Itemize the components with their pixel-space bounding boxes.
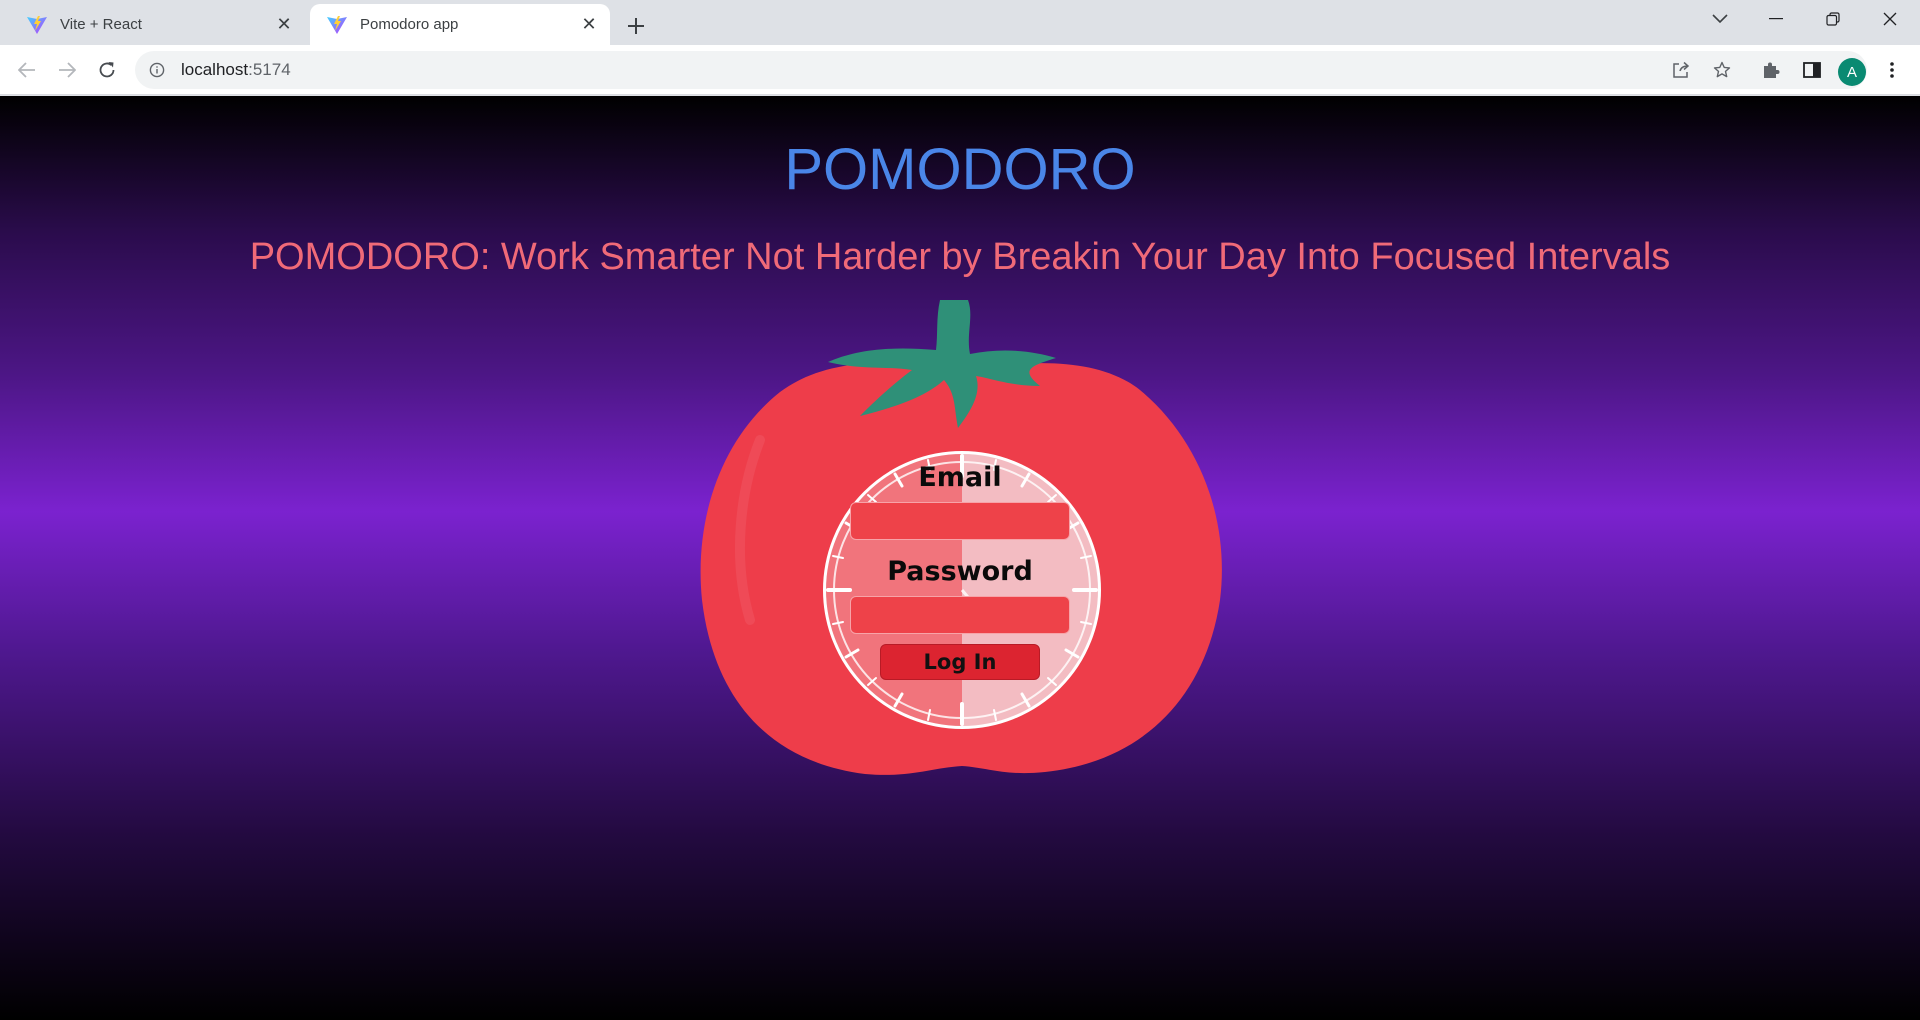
page-subtitle: POMODORO: Work Smarter Not Harder by Bre… [249,236,1671,278]
password-label: Password [887,556,1033,587]
tab-search-button[interactable] [1692,0,1748,38]
share-button[interactable] [1664,53,1698,87]
url-text: localhost:5174 [181,60,291,80]
email-label: Email [918,462,1002,493]
close-window-button[interactable] [1862,0,1918,38]
tab-title: Vite + React [60,16,142,33]
more-vertical-icon [1890,62,1894,78]
tab-title: Pomodoro app [360,16,459,33]
restore-icon [1826,12,1840,26]
vite-icon [327,15,347,34]
minimize-icon [1769,18,1783,20]
password-field[interactable] [850,596,1070,634]
side-panel-icon [1803,62,1821,78]
close-icon [1883,12,1897,26]
close-icon[interactable]: ✕ [576,12,602,38]
star-icon [1713,61,1731,78]
close-icon[interactable]: ✕ [271,12,297,38]
page-title: POMODORO [784,137,1136,202]
vite-icon [27,15,47,34]
login-button[interactable]: Log In [880,644,1040,680]
chevron-down-icon [1712,14,1728,24]
back-button[interactable] [10,53,44,87]
tab-strip: Vite + React ✕ Pomodoro app ✕ [0,0,1920,45]
arrow-right-icon [59,62,76,78]
side-panel-button[interactable] [1795,53,1829,87]
page-viewport: POMODORO POMODORO: Work Smarter Not Hard… [0,96,1920,1020]
email-field[interactable] [850,502,1070,540]
avatar[interactable]: A [1838,58,1866,86]
plus-icon [628,18,644,34]
url-port: :5174 [248,60,291,79]
arrow-left-icon [18,62,35,78]
more-menu-button[interactable] [1880,53,1904,87]
info-icon[interactable] [147,60,167,80]
bookmark-button[interactable] [1705,53,1739,87]
restore-button[interactable] [1805,0,1861,38]
extensions-button[interactable] [1754,53,1788,87]
url-host: localhost [181,60,249,79]
tab-vite-react[interactable]: Vite + React ✕ [10,4,305,45]
puzzle-icon [1764,62,1780,78]
tab-pomodoro-app[interactable]: Pomodoro app ✕ [310,4,610,45]
reload-icon [99,62,115,78]
login-form: Email Password Log In [830,460,1090,680]
forward-button[interactable] [50,53,84,87]
address-bar[interactable]: localhost:5174 [135,51,1867,89]
new-tab-button[interactable] [618,8,654,44]
browser-toolbar: localhost:5174 A [0,45,1920,95]
share-icon [1673,61,1690,78]
reload-button[interactable] [90,53,124,87]
minimize-button[interactable] [1748,0,1804,38]
